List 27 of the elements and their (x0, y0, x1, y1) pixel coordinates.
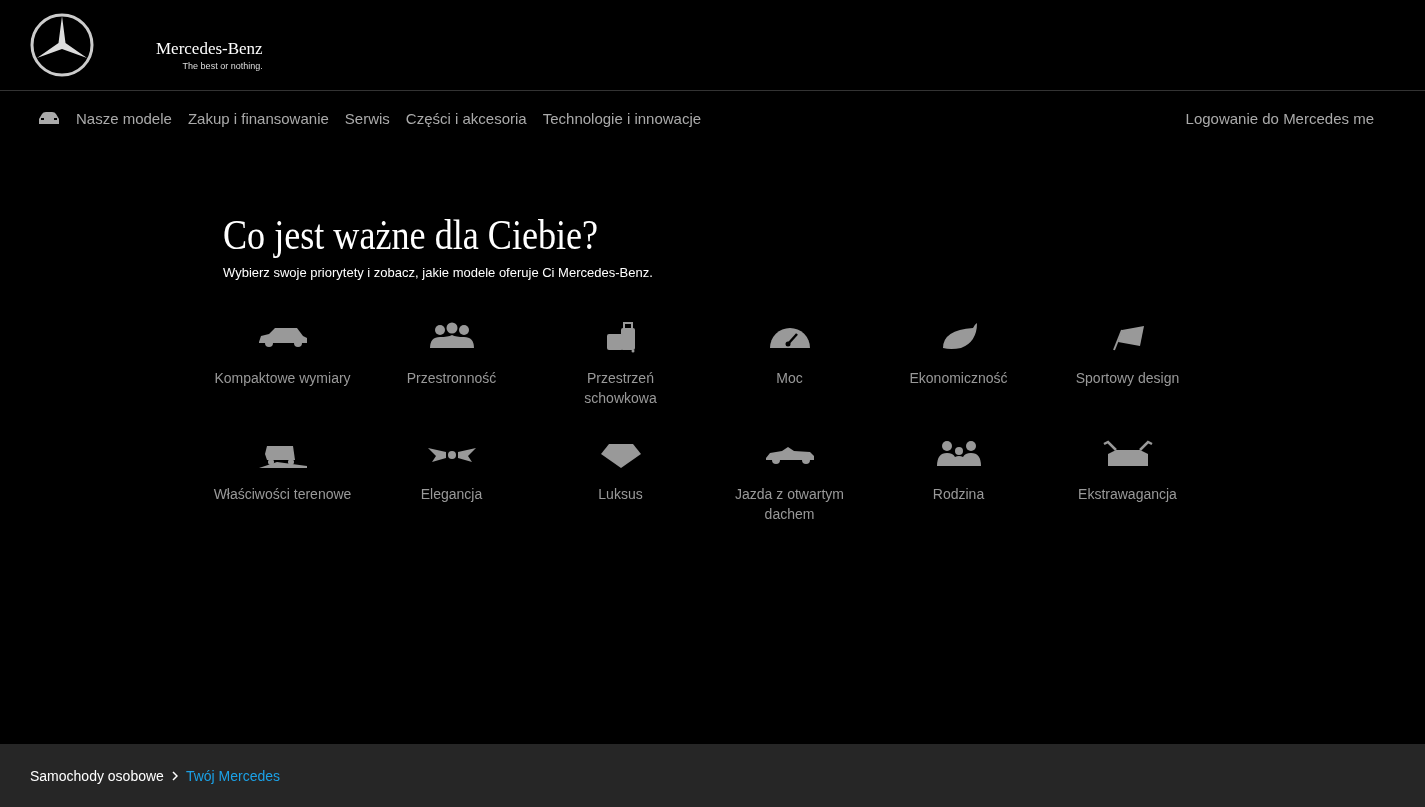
chevron-right-icon (171, 770, 178, 781)
breadcrumb-link[interactable]: Twój Mercedes (185, 767, 281, 784)
car-icon (38, 111, 60, 125)
login-link[interactable]: Logowanie do Mercedes me (1185, 109, 1374, 127)
priority-label[interactable]: Rodzina (888, 484, 1029, 524)
priority-label[interactable]: Kompaktowe wymiary (212, 368, 353, 408)
priority-label[interactable]: Moc (719, 368, 860, 408)
nav-link[interactable]: Technologie i innowacje (542, 109, 702, 127)
priority-label[interactable]: Sportowy design (1057, 368, 1198, 408)
priority-label[interactable]: Ekonomiczność (888, 368, 1029, 408)
priority-label[interactable]: Elegancja (381, 484, 522, 524)
page-subtitle: Wybierz swoje priorytety i zobacz, jakie modele oferuje Ci Mercedes-Benz. (223, 265, 654, 280)
brand-name: Mercedes-Benz (156, 39, 263, 59)
nav-link[interactable]: Części i akcesoria (405, 109, 527, 127)
priority-label[interactable]: Luksus (550, 484, 691, 524)
priority-label[interactable]: Przestrzeń schowkowa (550, 368, 691, 408)
priority-label[interactable]: Ekstrawagancja (1057, 484, 1198, 524)
priority-label[interactable]: Właściwości terenowe (212, 484, 353, 524)
nav-link[interactable]: Zakup i finansowanie (187, 109, 329, 127)
star-logo-icon[interactable] (30, 13, 94, 77)
page-heading: Co jest ważne dla Ciebie? (223, 211, 599, 259)
nav-link[interactable]: Serwis (344, 109, 390, 127)
priority-label[interactable]: Jazda z otwartym dachem (719, 484, 860, 524)
breadcrumb-link[interactable]: Samochody osobowe (30, 767, 164, 784)
brand-slogan: The best or nothing. (182, 61, 263, 71)
nav-link[interactable]: Nasze modele (76, 109, 172, 127)
priority-label[interactable]: Przestronność (381, 368, 522, 408)
